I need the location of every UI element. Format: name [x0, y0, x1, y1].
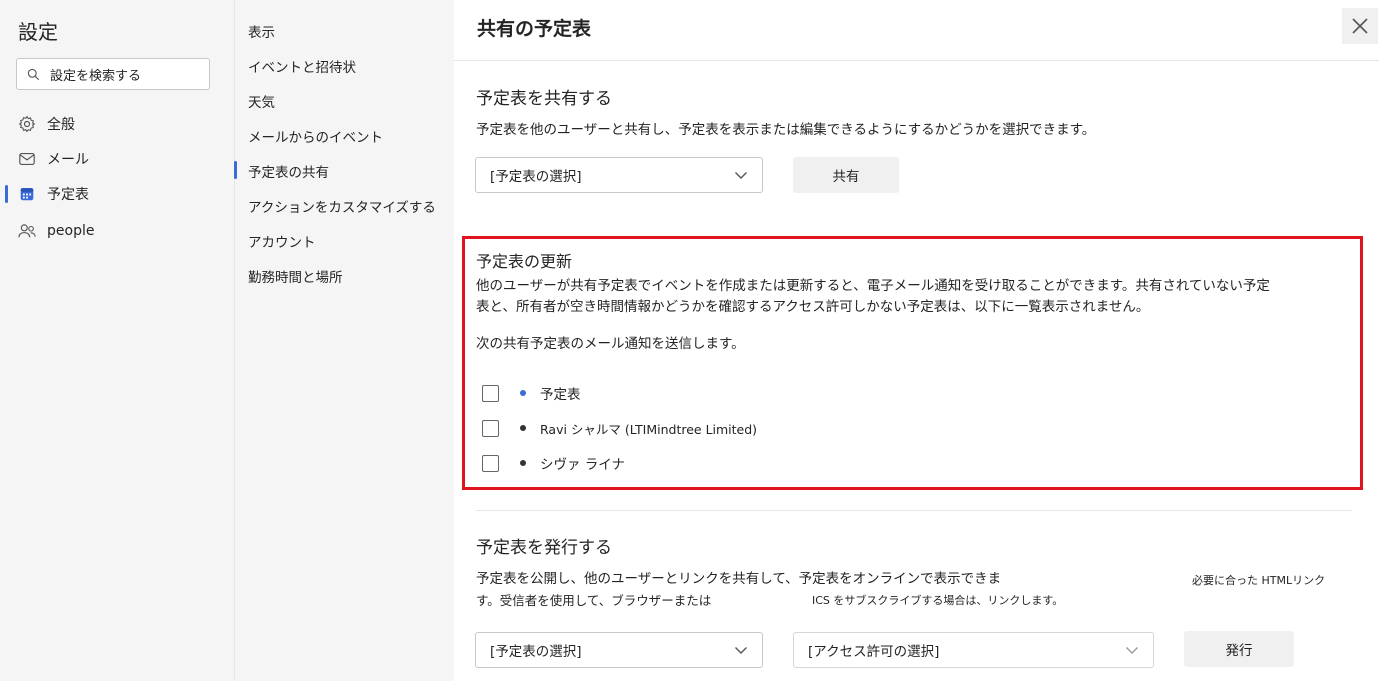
close-button[interactable] [1342, 8, 1378, 44]
share-button[interactable]: 共有 [793, 157, 899, 193]
sidebar-item-label: 予定表 [47, 187, 89, 203]
subnav-item-work-hours-location[interactable]: 勤務時間と場所 [248, 266, 343, 286]
sidebar-item-people[interactable]: people [0, 216, 234, 246]
calendar-updates-subtext: 次の共有予定表のメール通知を送信します。 [476, 336, 745, 352]
settings-search-input[interactable]: 設定を検索する [16, 58, 210, 90]
subnav-item-customize-actions[interactable]: アクションをカスタマイズする [248, 196, 436, 216]
chevron-down-icon [1126, 647, 1138, 654]
sidebar-item-calendar[interactable]: 予定表 [0, 179, 234, 209]
publish-note-ics: ICS をサブスクライブする場合は、リンクします。 [812, 594, 1064, 607]
sidebar-item-label: people [47, 223, 95, 239]
subnav-item-events-from-email[interactable]: メールからのイベント [248, 126, 383, 146]
chevron-down-icon [735, 647, 747, 654]
share-calendar-select-value: [予定表の選択] [490, 169, 582, 185]
calendar-color-dot [520, 460, 526, 466]
search-icon [27, 68, 40, 80]
sidebar-item-label: 全般 [47, 117, 75, 133]
calendar-updates-description-line1: 他のユーザーが共有予定表でイベントを作成または更新すると、電子メール通知を受け取… [476, 278, 1270, 294]
divider [476, 510, 1352, 511]
subnav-item-accounts[interactable]: アカウント [248, 231, 316, 251]
calendar-notify-checkbox[interactable] [482, 454, 499, 472]
publish-description-line2: す。受信者を使用して、ブラウザーまたは [476, 593, 712, 608]
people-icon [17, 221, 37, 241]
page-title: 共有の予定表 [477, 18, 592, 40]
subnav-item-view[interactable]: 表示 [248, 21, 275, 41]
publish-calendar-heading: 予定表を発行する [476, 538, 612, 558]
sidebar-item-mail[interactable]: メール [0, 144, 234, 174]
publish-note-html: 必要に合った HTMLリンク [1192, 574, 1326, 587]
divider [454, 60, 1379, 61]
gear-icon [17, 114, 37, 134]
publish-permission-select-value: [アクセス許可の選択] [808, 644, 940, 660]
calendar-notify-checkbox[interactable] [482, 384, 499, 402]
calendar-color-dot [520, 390, 526, 396]
share-calendar-description: 予定表を他のユーザーと共有し、予定表を表示または編集できるようにするかどうかを選… [476, 122, 1096, 138]
subnav-item-weather[interactable]: 天気 [248, 91, 275, 111]
calendar-updates-description-line2: 表と、所有者が空き時間情報かどうかを確認するアクセス許可しかない予定表は、以下に… [476, 299, 1150, 315]
calendar-updates-heading: 予定表の更新 [476, 252, 573, 271]
calendar-name: Ravi シャルマ (LTIMindtree Limited) [540, 421, 758, 437]
publish-calendar-select[interactable]: [予定表の選択] [475, 632, 763, 668]
mail-icon [17, 149, 37, 169]
sidebar-item-general[interactable]: 全般 [0, 109, 234, 139]
calendar-name: シヴァ ライナ [540, 457, 626, 473]
settings-title: 設定 [18, 20, 58, 44]
sidebar-item-label: メール [47, 152, 89, 168]
subnav-item-events-invitations[interactable]: イベントと招待状 [248, 56, 356, 76]
search-placeholder: 設定を検索する [50, 68, 142, 84]
calendar-icon [17, 184, 37, 204]
close-icon [1352, 18, 1368, 34]
subnav-item-shared-calendars[interactable]: 予定表の共有 [248, 161, 329, 181]
publish-permission-select[interactable]: [アクセス許可の選択] [793, 632, 1154, 668]
calendar-notify-row: Ravi シャルマ (LTIMindtree Limited) [482, 417, 757, 439]
share-calendar-heading: 予定表を共有する [476, 89, 612, 109]
settings-nav-pane [0, 0, 235, 681]
chevron-down-icon [735, 172, 747, 179]
publish-button[interactable]: 発行 [1184, 631, 1294, 667]
publish-description-line1: 予定表を公開し、他のユーザーとリンクを共有して、予定表をオンラインで表示できま [476, 571, 1002, 587]
publish-calendar-select-value: [予定表の選択] [490, 644, 582, 660]
share-calendar-select[interactable]: [予定表の選択] [475, 157, 763, 193]
calendar-name: 予定表 [540, 387, 581, 403]
selected-indicator [234, 161, 237, 179]
calendar-notify-checkbox[interactable] [482, 419, 499, 437]
calendar-color-dot [520, 425, 526, 431]
calendar-notify-row: 予定表 [482, 382, 581, 404]
calendar-notify-row: シヴァ ライナ [482, 452, 625, 474]
selected-indicator [5, 185, 8, 203]
